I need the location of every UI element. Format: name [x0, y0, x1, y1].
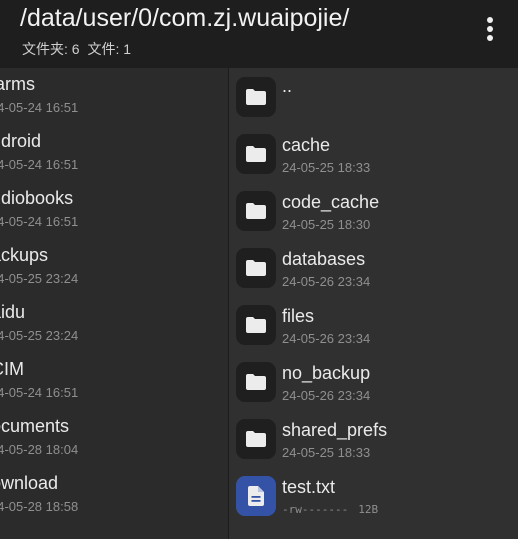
item-date: 24-05-24 16:51: [0, 100, 79, 115]
app-bar: /data/user/0/com.zj.wuaipojie/ 文件夹: 6 文件…: [0, 0, 518, 68]
item-name: files: [282, 306, 315, 326]
item-name: ackups: [0, 245, 49, 265]
list-item[interactable]: files 24-05-26 23:34: [229, 296, 518, 353]
list-item[interactable]: ocuments 24-05-28 18:04: [0, 410, 228, 467]
item-name: aidu: [0, 302, 26, 322]
item-name: ocuments: [0, 416, 70, 436]
folder-icon: [236, 362, 276, 402]
list-item[interactable]: cache 24-05-25 18:33: [229, 125, 518, 182]
left-directory-pane[interactable]: larms 24-05-24 16:51 ndroid 24-05-24 16:…: [0, 68, 228, 539]
item-name: code_cache: [282, 192, 380, 212]
item-date: 24-05-25 18:33: [282, 445, 371, 460]
item-name: CIM: [0, 359, 24, 379]
file-item[interactable]: test.txt -rw------- 12B: [229, 467, 518, 524]
list-item[interactable]: no_backup 24-05-26 23:34: [229, 353, 518, 410]
item-name: ownload: [0, 473, 59, 493]
item-name: shared_prefs: [282, 420, 388, 440]
item-name: larms: [0, 74, 35, 94]
file-count: 文件: 1: [87, 41, 132, 57]
item-name: databases: [282, 249, 366, 269]
item-date: 24-05-28 18:04: [0, 442, 79, 457]
item-date: 24-05-24 16:51: [0, 214, 79, 229]
item-name: no_backup: [282, 363, 371, 383]
folder-icon: [236, 191, 276, 231]
item-date: 24-05-24 16:51: [0, 385, 79, 400]
folder-icon: [236, 419, 276, 459]
list-item[interactable]: ndroid 24-05-24 16:51: [0, 125, 228, 182]
list-item[interactable]: ownload 24-05-28 18:58: [0, 467, 228, 524]
item-name: cache: [282, 135, 331, 155]
folder-icon: [236, 248, 276, 288]
item-date: 24-05-25 18:30: [282, 217, 371, 232]
list-item[interactable]: aidu 24-05-25 23:24: [0, 296, 228, 353]
item-date: 24-05-26 23:34: [282, 331, 371, 346]
item-name: ..: [282, 76, 293, 96]
directory-summary: 文件夹: 6 文件: 1: [22, 39, 135, 59]
list-item[interactable]: code_cache 24-05-25 18:30: [229, 182, 518, 239]
right-directory-pane[interactable]: .. cache 24-05-25 18:33 code_cache 24-05…: [229, 68, 518, 539]
item-name: test.txt: [282, 477, 336, 497]
folder-icon: [236, 77, 276, 117]
list-item[interactable]: udiobooks 24-05-24 16:51: [0, 182, 228, 239]
item-name: udiobooks: [0, 188, 74, 208]
folder-icon: [236, 134, 276, 174]
parent-directory-item[interactable]: ..: [229, 68, 518, 125]
list-item[interactable]: larms 24-05-24 16:51: [0, 68, 228, 125]
item-date: 24-05-25 23:24: [0, 328, 79, 343]
more-vert-icon[interactable]: [478, 14, 502, 44]
folder-icon: [236, 305, 276, 345]
list-item[interactable]: databases 24-05-26 23:34: [229, 239, 518, 296]
item-date: 24-05-28 18:58: [0, 499, 79, 514]
item-date: 24-05-25 18:33: [282, 160, 371, 175]
item-name: ndroid: [0, 131, 42, 151]
item-date: 24-05-26 23:34: [282, 388, 371, 403]
item-date: 24-05-26 23:34: [282, 274, 371, 289]
list-item[interactable]: shared_prefs 24-05-25 18:33: [229, 410, 518, 467]
document-icon: [236, 476, 276, 516]
list-item[interactable]: CIM 24-05-24 16:51: [0, 353, 228, 410]
list-item[interactable]: ackups 24-05-25 23:24: [0, 239, 228, 296]
file-size: 12B: [358, 503, 379, 516]
current-path-title: /data/user/0/com.zj.wuaipojie/: [20, 4, 350, 32]
file-permissions: -rw-------: [282, 503, 349, 516]
item-date: 24-05-25 23:24: [0, 271, 79, 286]
item-date: 24-05-24 16:51: [0, 157, 79, 172]
folder-count: 文件夹: 6: [22, 41, 80, 57]
file-details: -rw------- 12B: [282, 503, 378, 516]
